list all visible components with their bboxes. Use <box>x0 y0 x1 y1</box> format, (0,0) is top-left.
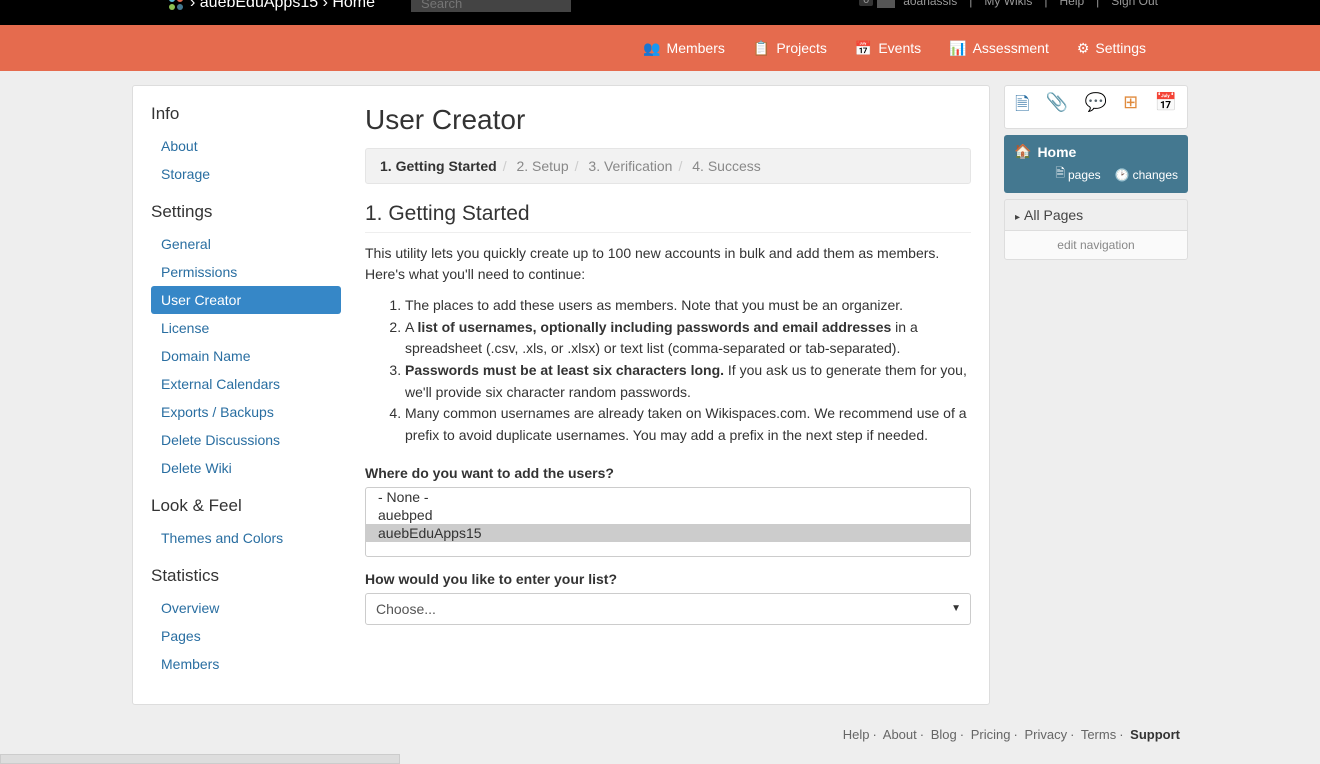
caret-right-icon: ▸ <box>1015 212 1020 223</box>
list-item: Many common usernames are already taken … <box>405 403 971 446</box>
projects-icon: 📋 <box>753 40 770 57</box>
step-3: 3. Verification <box>588 158 672 174</box>
action-iconbar: 🗎 📎 💬 ⊞ 📅 <box>1004 85 1188 129</box>
footer-help[interactable]: Help <box>843 727 870 742</box>
footer-support[interactable]: Support <box>1130 727 1180 742</box>
sidebar-permissions[interactable]: Permissions <box>151 258 341 286</box>
sidebar-head-info: Info <box>151 104 341 124</box>
step-4: 4. Success <box>692 158 760 174</box>
nav-assessment[interactable]: 📊Assessment <box>935 40 1063 57</box>
sidebar-domain[interactable]: Domain Name <box>151 342 341 370</box>
page-icon[interactable]: 🗎 <box>1015 92 1029 122</box>
home-box: 🏠 Home 🗎pages 🕑changes <box>1004 135 1188 193</box>
sidebar-license[interactable]: License <box>151 314 341 342</box>
pages-link[interactable]: 🗎pages <box>1055 164 1100 185</box>
list-item: The places to add these users as members… <box>405 295 971 317</box>
nav-members[interactable]: 👥Members <box>629 40 739 57</box>
settings-icon: ⚙ <box>1077 40 1090 57</box>
right-column: 🗎 📎 💬 ⊞ 📅 🏠 Home 🗎pages 🕑changes ▸All Pag… <box>1004 85 1188 705</box>
search-input[interactable] <box>411 0 571 12</box>
clock-icon: 🕑 <box>1115 168 1130 182</box>
page-icon: 🗎 <box>1055 164 1065 185</box>
sidebar-ext-cal[interactable]: External Calendars <box>151 370 341 398</box>
sidebar-exports[interactable]: Exports / Backups <box>151 398 341 426</box>
signout-link[interactable]: Sign Out <box>1107 0 1162 8</box>
intro-text: This utility lets you quickly create up … <box>365 243 971 285</box>
wizard-steps: 1. Getting Started/ 2. Setup/ 3. Verific… <box>365 148 971 184</box>
topbar: › auebEduApps15 › Home 0 aoanassis| My W… <box>0 0 1320 25</box>
comment-icon[interactable]: 💬 <box>1084 92 1106 122</box>
sidebar-del-wiki[interactable]: Delete Wiki <box>151 454 341 482</box>
list-item: A list of usernames, optionally includin… <box>405 317 971 360</box>
settings-sidebar: Info About Storage Settings General Perm… <box>151 104 341 678</box>
sitemap-icon[interactable]: ⊞ <box>1123 92 1138 122</box>
listbox-option-selected[interactable]: auebEduApps15 <box>366 524 970 542</box>
user-link[interactable]: aoanassis <box>899 0 961 8</box>
sidebar-storage[interactable]: Storage <box>151 160 341 188</box>
calendar-icon[interactable]: 📅 <box>1155 92 1177 122</box>
nav-events[interactable]: 📅Events <box>841 40 935 57</box>
nav-settings[interactable]: ⚙Settings <box>1063 40 1160 57</box>
footer-about[interactable]: About <box>883 727 917 742</box>
footer-pricing[interactable]: Pricing <box>971 727 1011 742</box>
events-icon: 📅 <box>855 40 872 57</box>
step-2: 2. Setup <box>516 158 568 174</box>
avatar[interactable] <box>877 0 895 8</box>
sidebar-overview[interactable]: Overview <box>151 594 341 622</box>
main-content: User Creator 1. Getting Started/ 2. Setu… <box>365 104 971 678</box>
listbox-option[interactable]: auebped <box>366 506 970 524</box>
page-title: User Creator <box>365 104 971 136</box>
all-pages-link[interactable]: ▸All Pages <box>1004 199 1188 230</box>
listbox-option[interactable]: - None - <box>366 488 970 506</box>
sidebar-pages[interactable]: Pages <box>151 622 341 650</box>
how-select[interactable]: Choose... <box>365 593 971 625</box>
sidebar-head-settings: Settings <box>151 202 341 222</box>
sidebar-head-look: Look & Feel <box>151 496 341 516</box>
sidebar-del-disc[interactable]: Delete Discussions <box>151 426 341 454</box>
search-box <box>411 0 571 12</box>
status-bar <box>0 754 400 764</box>
label-how: How would you like to enter your list? <box>365 571 971 587</box>
sidebar-members[interactable]: Members <box>151 650 341 678</box>
sidebar-user-creator[interactable]: User Creator <box>151 286 341 314</box>
requirements-list: The places to add these users as members… <box>365 295 971 447</box>
navbar: 👥Members 📋Projects 📅Events 📊Assessment ⚙… <box>0 25 1320 71</box>
home-label[interactable]: Home <box>1037 144 1076 160</box>
footer-blog[interactable]: Blog <box>931 727 957 742</box>
where-listbox[interactable]: - None - auebped auebEduApps15 <box>365 487 971 557</box>
home-icon: 🏠 <box>1014 143 1031 160</box>
footer-privacy[interactable]: Privacy <box>1024 727 1067 742</box>
footer-terms[interactable]: Terms <box>1081 727 1116 742</box>
notification-badge[interactable]: 0 <box>859 0 873 6</box>
step-1: 1. Getting Started <box>380 158 497 174</box>
members-icon: 👥 <box>643 40 660 57</box>
sidebar-head-stats: Statistics <box>151 566 341 586</box>
changes-link[interactable]: 🕑changes <box>1115 164 1178 185</box>
sidebar-themes[interactable]: Themes and Colors <box>151 524 341 552</box>
help-link[interactable]: Help <box>1055 0 1088 8</box>
mywikis-link[interactable]: My Wikis <box>980 0 1036 8</box>
breadcrumb[interactable]: › auebEduApps15 › Home <box>190 0 375 12</box>
section-heading: 1. Getting Started <box>365 202 971 233</box>
list-item: Passwords must be at least six character… <box>405 360 971 403</box>
attachment-icon[interactable]: 📎 <box>1046 92 1068 122</box>
label-where: Where do you want to add the users? <box>365 465 971 481</box>
edit-navigation-link[interactable]: edit navigation <box>1004 230 1188 260</box>
site-logo[interactable] <box>168 0 184 11</box>
sidebar-about[interactable]: About <box>151 132 341 160</box>
sidebar-general[interactable]: General <box>151 230 341 258</box>
nav-projects[interactable]: 📋Projects <box>739 40 841 57</box>
assessment-icon: 📊 <box>949 40 966 57</box>
